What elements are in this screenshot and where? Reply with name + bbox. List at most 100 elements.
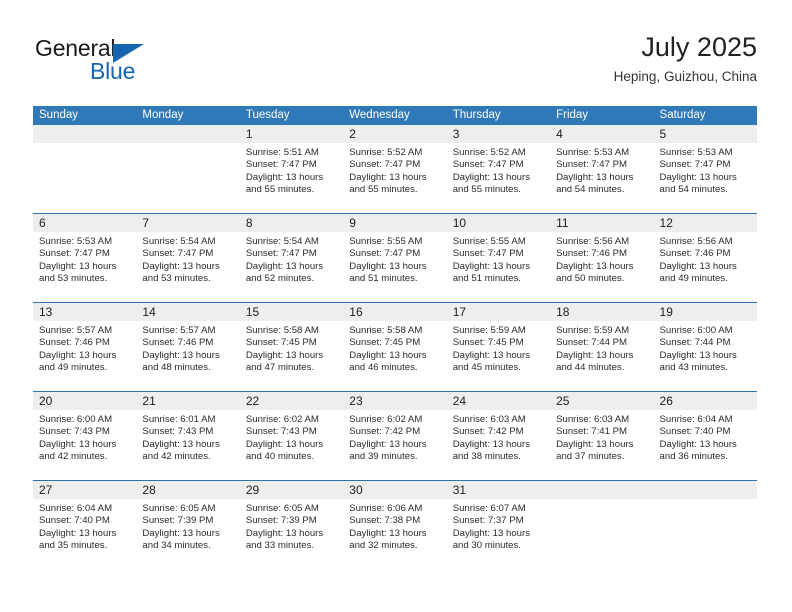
calendar-day-cell[interactable]: 25 Sunrise: 6:03 AM Sunset: 7:41 PM Dayligh… (550, 392, 654, 480)
calendar-day-cell[interactable]: 16 Sunrise: 5:58 AM Sunset: 7:45 PM Dayligh… (343, 303, 447, 391)
sunset-text: Sunset: 7:47 PM (556, 159, 628, 171)
calendar-day-cell[interactable]: 5 Sunrise: 5:53 AM Sunset: 7:47 PM Daylight… (653, 125, 757, 213)
calendar-day-cell[interactable]: 27 Sunrise: 6:04 AM Sunset: 7:40 PM Dayligh… (33, 481, 137, 569)
daylight-text-line2: and 45 minutes. (452, 361, 521, 373)
day-details: Sunrise: 6:00 AM Sunset: 7:43 PM Daylight:… (33, 410, 136, 463)
daylight-text-line2: and 40 minutes. (245, 450, 315, 462)
sunset-text: Sunset: 7:45 PM (349, 337, 421, 349)
calendar-day-cell[interactable]: 28 Sunrise: 6:05 AM Sunset: 7:39 PM Dayligh… (136, 481, 240, 569)
calendar-day-cell[interactable]: 4 Sunrise: 5:53 AM Sunset: 7:47 PM Daylight… (550, 125, 654, 213)
calendar-day-cell[interactable]: 23 Sunrise: 6:02 AM Sunset: 7:42 PM Dayligh… (343, 392, 447, 480)
day-details: Sunrise: 5:57 AM Sunset: 7:46 PM Daylight:… (136, 321, 239, 374)
daylight-text-line2: and 51 minutes. (349, 272, 418, 284)
sunrise-text: Sunrise: 5:57 AM (142, 325, 216, 336)
calendar-day-cell[interactable]: 20 Sunrise: 6:00 AM Sunset: 7:43 PM Dayligh… (33, 392, 137, 480)
calendar-day-cell[interactable]: 1 Sunrise: 5:51 AM Sunset: 7:47 PM Daylight… (239, 125, 344, 213)
sunrise-text: Sunrise: 6:05 AM (245, 503, 319, 514)
sunrise-text: Sunrise: 5:54 AM (142, 236, 216, 247)
calendar-day-cell[interactable]: 31 Sunrise: 6:07 AM Sunset: 7:37 PM Dayligh… (446, 481, 551, 569)
sunrise-text: Sunrise: 5:57 AM (39, 325, 113, 336)
weekday-header-saturday: Saturday (659, 109, 706, 121)
calendar-day-cell[interactable]: 8 Sunrise: 5:54 AM Sunset: 7:47 PM Daylight… (239, 214, 344, 302)
sunset-text: Sunset: 7:47 PM (39, 248, 110, 260)
sunrise-text: Sunrise: 5:59 AM (556, 325, 630, 336)
calendar-day-cell[interactable]: 30 Sunrise: 6:06 AM Sunset: 7:38 PM Dayligh… (343, 481, 447, 569)
day-number: 12 (653, 214, 757, 232)
day-number: 19 (653, 303, 757, 321)
calendar-day-cell[interactable]: 6 Sunrise: 5:53 AM Sunset: 7:47 PM Daylight… (33, 214, 137, 302)
day-details: Sunrise: 5:59 AM Sunset: 7:45 PM Daylight:… (447, 321, 550, 374)
daylight-text-line2: and 52 minutes. (245, 272, 315, 284)
sunset-text: Sunset: 7:46 PM (556, 248, 628, 260)
sunrise-text: Sunrise: 6:02 AM (245, 414, 319, 425)
page-title: July 2025 (641, 32, 757, 62)
daylight-text-line2: and 53 minutes. (142, 272, 211, 284)
daylight-text-line1: Daylight: 13 hours (245, 260, 324, 272)
sunrise-text: Sunrise: 6:00 AM (39, 414, 113, 425)
sunset-text: Sunset: 7:45 PM (452, 337, 524, 349)
calendar-day-cell[interactable]: 26 Sunrise: 6:04 AM Sunset: 7:40 PM Dayligh… (653, 392, 757, 480)
calendar-day-cell[interactable]: 18 Sunrise: 5:59 AM Sunset: 7:44 PM Dayligh… (550, 303, 654, 391)
sunset-text: Sunset: 7:38 PM (349, 515, 421, 527)
day-number (653, 481, 757, 499)
daylight-text-line1: Daylight: 13 hours (452, 527, 531, 539)
day-details: Sunrise: 5:54 AM Sunset: 7:47 PM Daylight:… (136, 232, 239, 285)
sunset-text: Sunset: 7:45 PM (245, 337, 317, 349)
calendar-day-cell[interactable]: 2 Sunrise: 5:52 AM Sunset: 7:47 PM Daylight… (343, 125, 447, 213)
daylight-text-line2: and 35 minutes. (39, 539, 108, 551)
weekday-header-friday: Friday (556, 109, 589, 121)
calendar-grid: Sunday Monday Tuesday Wednesday Thursday… (33, 106, 757, 569)
daylight-text-line1: Daylight: 13 hours (245, 349, 324, 361)
sunset-text: Sunset: 7:42 PM (349, 426, 421, 438)
daylight-text-line1: Daylight: 13 hours (349, 438, 427, 450)
sunrise-text: Sunrise: 6:07 AM (452, 503, 526, 514)
calendar-day-cell[interactable]: 15 Sunrise: 5:58 AM Sunset: 7:45 PM Dayligh… (239, 303, 344, 391)
location-subtitle: Heping, Guizhou, China (613, 69, 757, 84)
day-number: 15 (239, 303, 344, 321)
calendar-week-row: 1 Sunrise: 5:51 AM Sunset: 7:47 PM Daylight… (33, 125, 757, 213)
daylight-text-line2: and 30 minutes. (452, 539, 521, 551)
calendar-day-cell[interactable]: 21 Sunrise: 6:01 AM Sunset: 7:43 PM Dayligh… (136, 392, 240, 480)
sunset-text: Sunset: 7:42 PM (452, 426, 524, 438)
sunset-text: Sunset: 7:47 PM (452, 248, 524, 260)
daylight-text-line2: and 55 minutes. (349, 183, 418, 195)
daylight-text-line1: Daylight: 13 hours (452, 438, 531, 450)
daylight-text-line1: Daylight: 13 hours (659, 349, 737, 361)
calendar-day-cell[interactable]: 10 Sunrise: 5:55 AM Sunset: 7:47 PM Dayligh… (446, 214, 551, 302)
calendar-day-cell[interactable]: 17 Sunrise: 5:59 AM Sunset: 7:45 PM Dayligh… (446, 303, 551, 391)
calendar-day-cell[interactable]: 24 Sunrise: 6:03 AM Sunset: 7:42 PM Dayligh… (446, 392, 551, 480)
daylight-text-line2: and 32 minutes. (349, 539, 418, 551)
day-details: Sunrise: 5:59 AM Sunset: 7:44 PM Daylight:… (550, 321, 653, 374)
day-number: 22 (239, 392, 344, 410)
daylight-text-line2: and 37 minutes. (556, 450, 625, 462)
day-number: 18 (550, 303, 654, 321)
day-number: 3 (446, 125, 551, 143)
calendar-week-row: 6 Sunrise: 5:53 AM Sunset: 7:47 PM Daylight… (33, 213, 757, 302)
calendar-day-cell[interactable]: 3 Sunrise: 5:52 AM Sunset: 7:47 PM Daylight… (446, 125, 551, 213)
calendar-day-cell[interactable]: 13 Sunrise: 5:57 AM Sunset: 7:46 PM Dayligh… (33, 303, 137, 391)
day-details: Sunrise: 6:00 AM Sunset: 7:44 PM Daylight:… (654, 321, 757, 374)
daylight-text-line2: and 55 minutes. (452, 183, 521, 195)
day-number: 20 (33, 392, 137, 410)
calendar-day-cell[interactable]: 19 Sunrise: 6:00 AM Sunset: 7:44 PM Dayligh… (653, 303, 757, 391)
sunrise-text: Sunrise: 5:53 AM (39, 236, 113, 247)
calendar-day-cell-empty (653, 481, 757, 569)
calendar-day-cell[interactable]: 12 Sunrise: 5:56 AM Sunset: 7:46 PM Dayligh… (653, 214, 757, 302)
daylight-text-line1: Daylight: 13 hours (556, 260, 634, 272)
sunset-text: Sunset: 7:47 PM (452, 159, 524, 171)
calendar-day-cell[interactable]: 7 Sunrise: 5:54 AM Sunset: 7:47 PM Daylight… (136, 214, 240, 302)
daylight-text-line2: and 33 minutes. (245, 539, 315, 551)
weekday-header-monday: Monday (142, 109, 184, 121)
sunrise-text: Sunrise: 5:53 AM (659, 147, 733, 158)
calendar-day-cell[interactable]: 29 Sunrise: 6:05 AM Sunset: 7:39 PM Dayligh… (239, 481, 344, 569)
sunrise-text: Sunrise: 6:05 AM (142, 503, 216, 514)
calendar-day-cell[interactable]: 9 Sunrise: 5:55 AM Sunset: 7:47 PM Daylight… (343, 214, 447, 302)
calendar-day-cell[interactable]: 22 Sunrise: 6:02 AM Sunset: 7:43 PM Dayligh… (239, 392, 344, 480)
day-details: Sunrise: 6:04 AM Sunset: 7:40 PM Daylight:… (654, 410, 757, 463)
calendar-day-cell[interactable]: 11 Sunrise: 5:56 AM Sunset: 7:46 PM Dayligh… (550, 214, 654, 302)
sunrise-text: Sunrise: 5:53 AM (556, 147, 630, 158)
general-blue-logo[interactable]: General Blue (33, 35, 233, 93)
daylight-text-line2: and 34 minutes. (142, 539, 211, 551)
calendar-day-cell[interactable]: 14 Sunrise: 5:57 AM Sunset: 7:46 PM Dayligh… (136, 303, 240, 391)
day-details: Sunrise: 5:53 AM Sunset: 7:47 PM Daylight:… (550, 143, 653, 196)
